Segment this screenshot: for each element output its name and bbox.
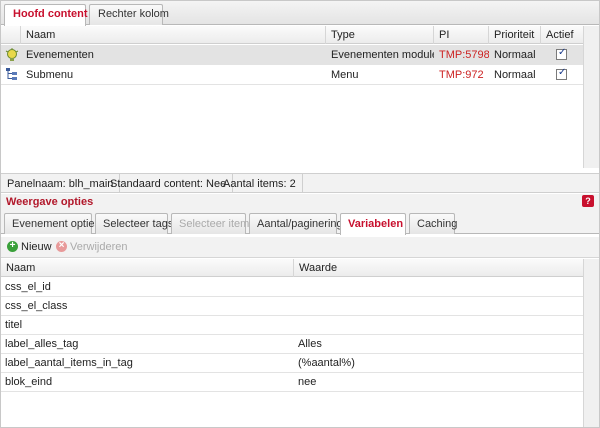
plus-icon: + [7,241,18,252]
variable-name: label_aantal_items_in_tag [5,357,133,369]
variable-value[interactable]: nee [294,373,583,392]
variable-row[interactable]: label_aantal_items_in_tag (%aantal%) [1,354,583,373]
tab-evenement-opties[interactable]: Evenement opties [4,213,100,234]
section-title: Weergave opties [6,196,94,208]
new-button[interactable]: + Nieuw [7,240,52,256]
variable-value[interactable] [294,278,583,297]
menu-tree-icon [6,68,17,80]
variable-name: blok_eind [5,376,53,388]
delete-button: × Verwijderen [56,240,128,256]
table-row[interactable]: Evenementen Evenementen module TMP:5798 … [1,45,583,65]
variable-value[interactable] [294,316,583,335]
column-header-naam[interactable]: Naam [21,26,326,44]
variable-name: css_el_id [5,281,51,293]
variable-row[interactable]: css_el_id [1,278,583,297]
icon-column-header [1,26,21,44]
item-count-status: Aantal items: 2 [217,174,303,192]
row-pi: TMP:972 [439,69,484,81]
content-panel: Hoofd content Rechter kolom Naam Type PI… [0,0,600,428]
active-checkbox[interactable] [556,67,567,80]
tab-selecteer-items: Selecteer items [171,213,255,234]
column-header-type[interactable]: Type [326,26,434,44]
tab-caching[interactable]: Caching [409,213,457,234]
row-type: Menu [331,69,359,81]
column-header-actief[interactable]: Actief [541,26,583,44]
help-icon[interactable]: ? [582,195,594,207]
variable-value[interactable]: Alles [294,335,583,354]
row-name: Evenementen [26,49,94,61]
column-header-pi[interactable]: PI [434,26,489,44]
options-tab-bar: Evenement opties Selecteer tags Selectee… [1,210,599,235]
content-grid-header: Naam Type PI Prioriteit Actief [1,26,583,44]
variable-value[interactable]: (%aantal%) [294,354,583,373]
panel-name-status: Panelnaam: blh_main [1,174,121,192]
tab-rechter-kolom[interactable]: Rechter kolom [89,4,169,25]
status-bar: Panelnaam: blh_main Standaard content: N… [1,173,599,193]
new-button-label: Nieuw [21,241,52,253]
variable-name: label_alles_tag [5,338,79,350]
row-name: Submenu [26,69,74,81]
variable-name: css_el_class [5,300,68,312]
variable-row[interactable]: label_alles_tag Alles [1,335,583,354]
delete-button-label: Verwijderen [70,241,128,253]
column-header-waarde[interactable]: Waarde [294,259,583,277]
row-priority: Normaal [494,69,536,81]
variable-row[interactable]: titel [1,316,583,335]
variables-toolbar: + Nieuw × Verwijderen [1,237,599,258]
variable-value[interactable] [294,297,583,316]
active-checkbox[interactable] [556,47,567,60]
section-header: Weergave opties ? [1,194,599,210]
tab-aantal-paginering[interactable]: Aantal/paginering [249,213,343,234]
tab-selecteer-tags[interactable]: Selecteer tags [95,213,173,234]
table-row[interactable]: Submenu Menu TMP:972 Normaal [1,65,583,85]
tab-variabelen[interactable]: Variabelen [340,213,406,235]
remove-icon: × [56,241,67,252]
tab-hoofd-content[interactable]: Hoofd content [4,4,88,26]
variable-name: titel [5,319,23,331]
lightbulb-icon [5,48,19,61]
variables-grid-header: Naam Waarde [1,259,583,277]
variable-row[interactable]: blok_eind nee [1,373,583,392]
default-content-status: Standaard content: Nee [104,174,234,192]
grid-scrollbar[interactable] [583,26,599,168]
variable-row[interactable]: css_el_class [1,297,583,316]
column-header-naam[interactable]: Naam [1,259,294,277]
row-pi: TMP:5798 [439,49,489,61]
row-type: Evenementen module [331,49,434,61]
column-header-prioriteit[interactable]: Prioriteit [489,26,541,44]
top-tab-bar: Hoofd content Rechter kolom [1,1,599,26]
row-priority: Normaal [494,49,536,61]
variables-scrollbar[interactable] [583,259,599,427]
